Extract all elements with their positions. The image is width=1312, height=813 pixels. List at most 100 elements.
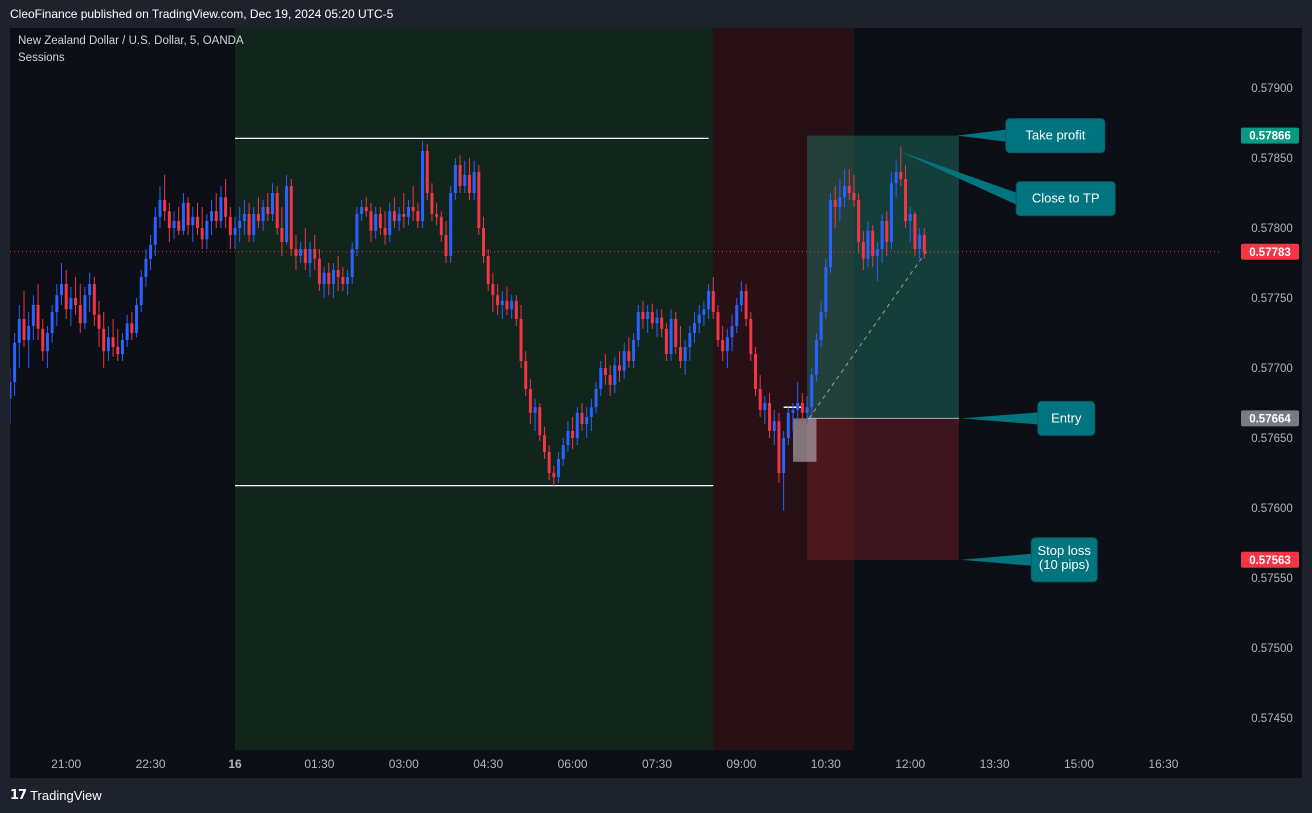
x-tick-label: 03:00 (389, 757, 419, 771)
candle-body (613, 365, 617, 385)
candle-body (13, 342, 17, 382)
candle-body (707, 291, 711, 310)
candle-body (894, 172, 898, 184)
candle-body (327, 272, 331, 284)
position-tool (783, 135, 959, 560)
candle (135, 298, 139, 338)
candle (64, 270, 68, 319)
candle (92, 277, 96, 326)
candle (120, 333, 124, 361)
chart-pane[interactable]: Take profit Close to TP Entry Stop loss (10 … (10, 28, 1302, 778)
candle (97, 300, 101, 347)
x-tick-label: 06:00 (558, 757, 588, 771)
candle-body (210, 211, 214, 221)
candle-body (603, 368, 607, 375)
candle-body (749, 319, 753, 354)
candle-body (782, 438, 786, 473)
candle-body (102, 328, 106, 352)
candle-body (27, 326, 31, 340)
candle (214, 193, 218, 228)
candle-body (491, 284, 495, 296)
candle (219, 186, 223, 228)
candle-body (181, 202, 185, 231)
candle-body (875, 249, 879, 256)
candle-body (758, 389, 762, 410)
y-tick-label: 0.57700 (1251, 363, 1293, 375)
candle-body (753, 354, 757, 389)
publish-line: CleoFinance published on TradingView.com… (10, 7, 394, 21)
candle-body (256, 214, 260, 221)
x-tick-label: 09:00 (726, 757, 756, 771)
candle-body (421, 151, 425, 221)
candle-body (78, 305, 82, 324)
candle-body (496, 295, 500, 305)
candle-body (346, 277, 350, 284)
candle-body (838, 197, 842, 207)
candle-body (322, 272, 326, 284)
entry-marker-box (792, 418, 817, 462)
candle-body (172, 221, 176, 228)
candle-body (510, 300, 514, 310)
x-tick-label: 10:30 (811, 757, 841, 771)
candle-body (69, 298, 73, 310)
candle-body (791, 410, 795, 413)
candle-body (214, 211, 218, 221)
candle-body (571, 431, 575, 438)
candle-body (697, 314, 701, 324)
candle (69, 286, 73, 326)
candle-body (622, 351, 626, 371)
candle-body (341, 277, 345, 284)
candle-body (336, 270, 340, 277)
candle (41, 319, 45, 361)
candle (36, 284, 40, 340)
candle-body (392, 211, 396, 221)
candle-body (374, 214, 378, 231)
candle (144, 249, 148, 287)
candle-body (669, 319, 673, 354)
candle-body (655, 317, 659, 324)
candle-body (388, 211, 392, 235)
candle-body (120, 340, 124, 354)
candle-body (829, 200, 833, 268)
price-badge-entry: 0.57664 (1241, 410, 1299, 427)
candle (88, 272, 92, 312)
candle-body (92, 284, 96, 315)
candle (22, 291, 26, 347)
callout-pointer (956, 129, 1006, 142)
candle-body (857, 200, 861, 242)
x-tick-label: 12:00 (895, 757, 925, 771)
candle-body (575, 412, 579, 438)
candle (149, 235, 153, 270)
candle-body (678, 347, 682, 361)
candlestick-chart[interactable]: Take profit Close to TP Entry Stop loss(10 … (10, 28, 1302, 778)
candle-body (167, 211, 171, 228)
candle (116, 328, 120, 361)
indicator-legend: Sessions (18, 52, 65, 64)
candle-body (360, 207, 364, 214)
candle (224, 179, 228, 228)
candle-body (195, 216, 199, 228)
candle-body (331, 270, 335, 284)
candle (191, 207, 195, 242)
candle-body (45, 333, 49, 352)
candle-body (289, 186, 293, 249)
callout-take-profit: Take profit (956, 118, 1106, 154)
candle-body (163, 200, 167, 212)
candle-body (800, 403, 804, 413)
tradingview-brand[interactable]: 17 TradingView (10, 788, 102, 803)
candle-body (444, 235, 448, 256)
y-tick-label: 0.57450 (1251, 713, 1293, 725)
candle-body (439, 216, 443, 235)
candle (45, 326, 49, 368)
candle-body (83, 295, 87, 324)
price-badge-label: 0.57664 (1249, 413, 1291, 425)
candle (753, 347, 757, 396)
candle-body (224, 197, 228, 217)
candle-body (88, 284, 92, 296)
candle-body (904, 179, 908, 221)
candle-body (200, 228, 204, 240)
candle-body (725, 337, 729, 352)
candle-body (843, 186, 847, 198)
candle-body (557, 459, 561, 478)
callout-stop-loss: Stop loss(10 pips) (960, 537, 1098, 583)
